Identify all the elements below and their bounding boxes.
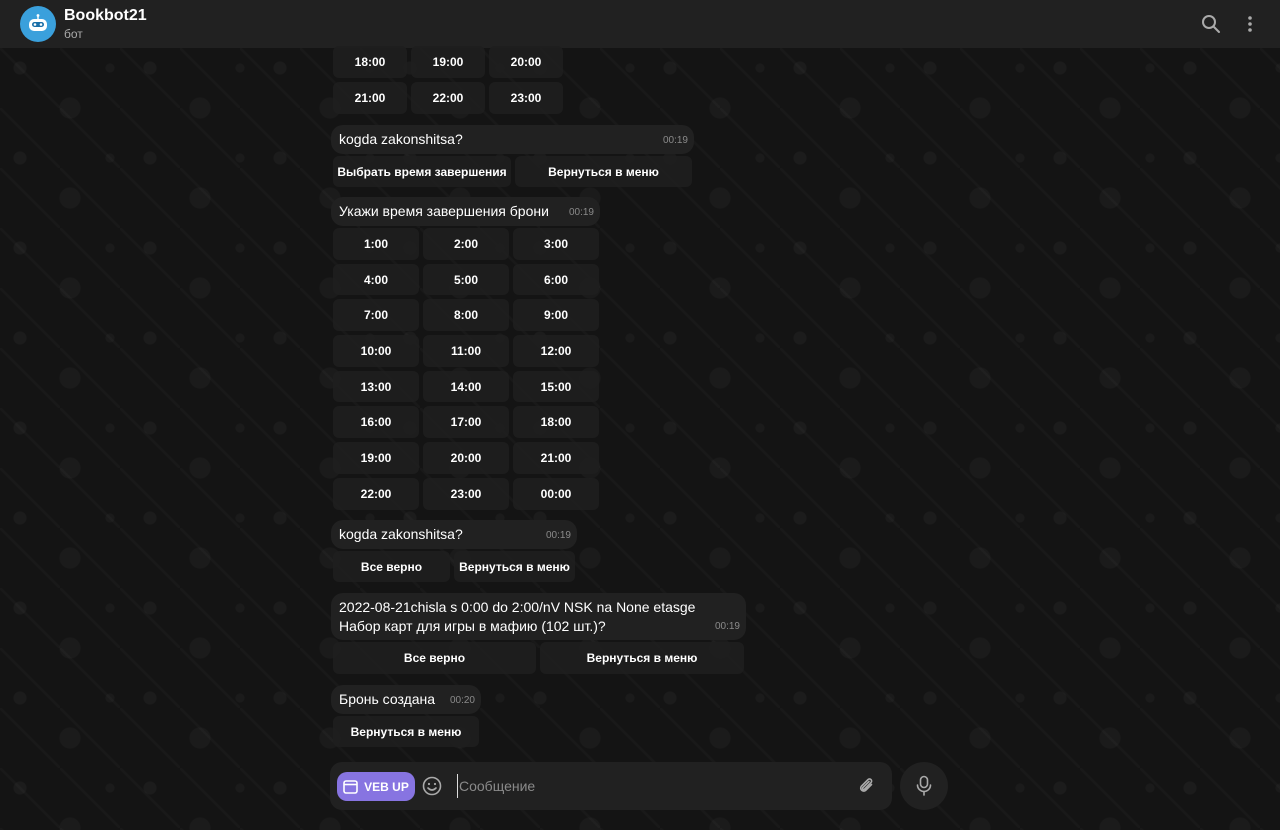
more-vertical-icon[interactable]	[1240, 14, 1260, 34]
end-time-button[interactable]: 22:00	[333, 477, 419, 510]
time-button[interactable]: 21:00	[333, 82, 407, 114]
end-time-button[interactable]: 18:00	[513, 406, 599, 439]
inline-keyboard: 1:00 2:00 3:00 4:00 5:00 6:00 7:00 8:00 …	[333, 228, 599, 510]
time-button[interactable]: 18:00	[333, 46, 407, 78]
inline-keyboard: Выбрать время завершения Вернуться в мен…	[333, 156, 692, 187]
web-app-button[interactable]: VEB UP	[337, 772, 415, 801]
back-to-menu-button[interactable]: Вернуться в меню	[333, 716, 479, 747]
message-composer: VEB UP	[330, 762, 892, 810]
end-time-button[interactable]: 9:00	[513, 299, 599, 332]
message-text: Укажи время завершения брони	[339, 203, 549, 219]
end-time-button[interactable]: 1:00	[333, 228, 419, 260]
end-time-button[interactable]: 7:00	[333, 299, 419, 332]
chat-header: Bookbot21 бот	[0, 0, 1280, 48]
avatar[interactable]	[20, 6, 56, 42]
message-text: kogda zakonshitsa?	[339, 526, 463, 542]
time-button[interactable]: 22:00	[411, 82, 485, 114]
end-time-button[interactable]: 21:00	[513, 442, 599, 474]
time-button[interactable]: 20:00	[489, 46, 563, 78]
chat-title[interactable]: Bookbot21	[64, 7, 147, 25]
back-to-menu-button[interactable]: Вернуться в меню	[515, 156, 692, 187]
message-time: 00:20	[449, 695, 475, 706]
emoji-icon[interactable]	[422, 776, 442, 796]
confirm-button[interactable]: Все верно	[333, 642, 536, 674]
end-time-button[interactable]: 11:00	[423, 335, 509, 367]
paperclip-icon[interactable]	[857, 776, 877, 796]
message-input[interactable]	[457, 774, 837, 798]
message-time: 00:19	[714, 621, 740, 632]
message-text: Набор карт для игры в мафию (102 шт.)?	[339, 618, 606, 634]
end-time-button[interactable]: 19:00	[333, 442, 419, 474]
message-bubble: kogda zakonshitsa? 00:19	[331, 520, 577, 549]
web-app-label: VEB UP	[364, 779, 409, 794]
inline-keyboard: 18:00 19:00 20:00 21:00 22:00 23:00	[333, 46, 563, 114]
robot-icon	[29, 14, 47, 31]
time-button[interactable]: 23:00	[489, 82, 563, 114]
end-time-button[interactable]: 12:00	[513, 335, 599, 367]
chat-subtitle: бот	[64, 27, 83, 41]
end-time-button[interactable]: 13:00	[333, 370, 419, 403]
end-time-button[interactable]: 14:00	[423, 370, 509, 403]
end-time-button[interactable]: 3:00	[513, 228, 599, 260]
microphone-button[interactable]	[900, 762, 948, 810]
message-bubble: Бронь создана 00:20	[331, 685, 481, 714]
message-text: Бронь создана	[339, 691, 436, 707]
end-time-button[interactable]: 4:00	[333, 263, 419, 296]
end-time-button[interactable]: 8:00	[423, 299, 509, 332]
end-time-button[interactable]: 20:00	[423, 442, 509, 474]
end-time-button[interactable]: 00:00	[513, 477, 599, 510]
end-time-button[interactable]: 23:00	[423, 477, 509, 510]
message-time: 00:19	[545, 530, 571, 541]
inline-keyboard: Вернуться в меню	[333, 716, 479, 747]
message-bubble: 2022-08-21chisla s 0:00 do 2:00/nV NSK n…	[331, 593, 746, 640]
back-to-menu-button[interactable]: Вернуться в меню	[454, 551, 575, 582]
time-button[interactable]: 19:00	[411, 46, 485, 78]
message-text: 2022-08-21chisla s 0:00 do 2:00/nV NSK n…	[339, 599, 696, 615]
end-time-button[interactable]: 2:00	[423, 228, 509, 260]
end-time-button[interactable]: 16:00	[333, 406, 419, 439]
inline-keyboard: Все верно Вернуться в меню	[333, 551, 575, 582]
message-bubble: kogda zakonshitsa? 00:19	[331, 125, 694, 154]
end-time-button[interactable]: 6:00	[513, 263, 599, 296]
end-time-button[interactable]: 5:00	[423, 263, 509, 296]
search-icon[interactable]	[1201, 14, 1221, 34]
end-time-button[interactable]: 15:00	[513, 370, 599, 403]
end-time-button[interactable]: 10:00	[333, 335, 419, 367]
back-to-menu-button[interactable]: Вернуться в меню	[540, 642, 744, 674]
message-text: kogda zakonshitsa?	[339, 131, 463, 147]
confirm-button[interactable]: Все верно	[333, 551, 450, 582]
message-time: 00:19	[568, 207, 594, 218]
choose-end-time-button[interactable]: Выбрать время завершения	[333, 156, 511, 187]
inline-keyboard: Все верно Вернуться в меню	[333, 642, 744, 674]
microphone-icon	[916, 775, 932, 796]
end-time-button[interactable]: 17:00	[423, 406, 509, 439]
message-time: 00:19	[662, 135, 688, 146]
app-window-icon	[343, 779, 358, 794]
message-bubble: Укажи время завершения брони 00:19	[331, 197, 600, 226]
